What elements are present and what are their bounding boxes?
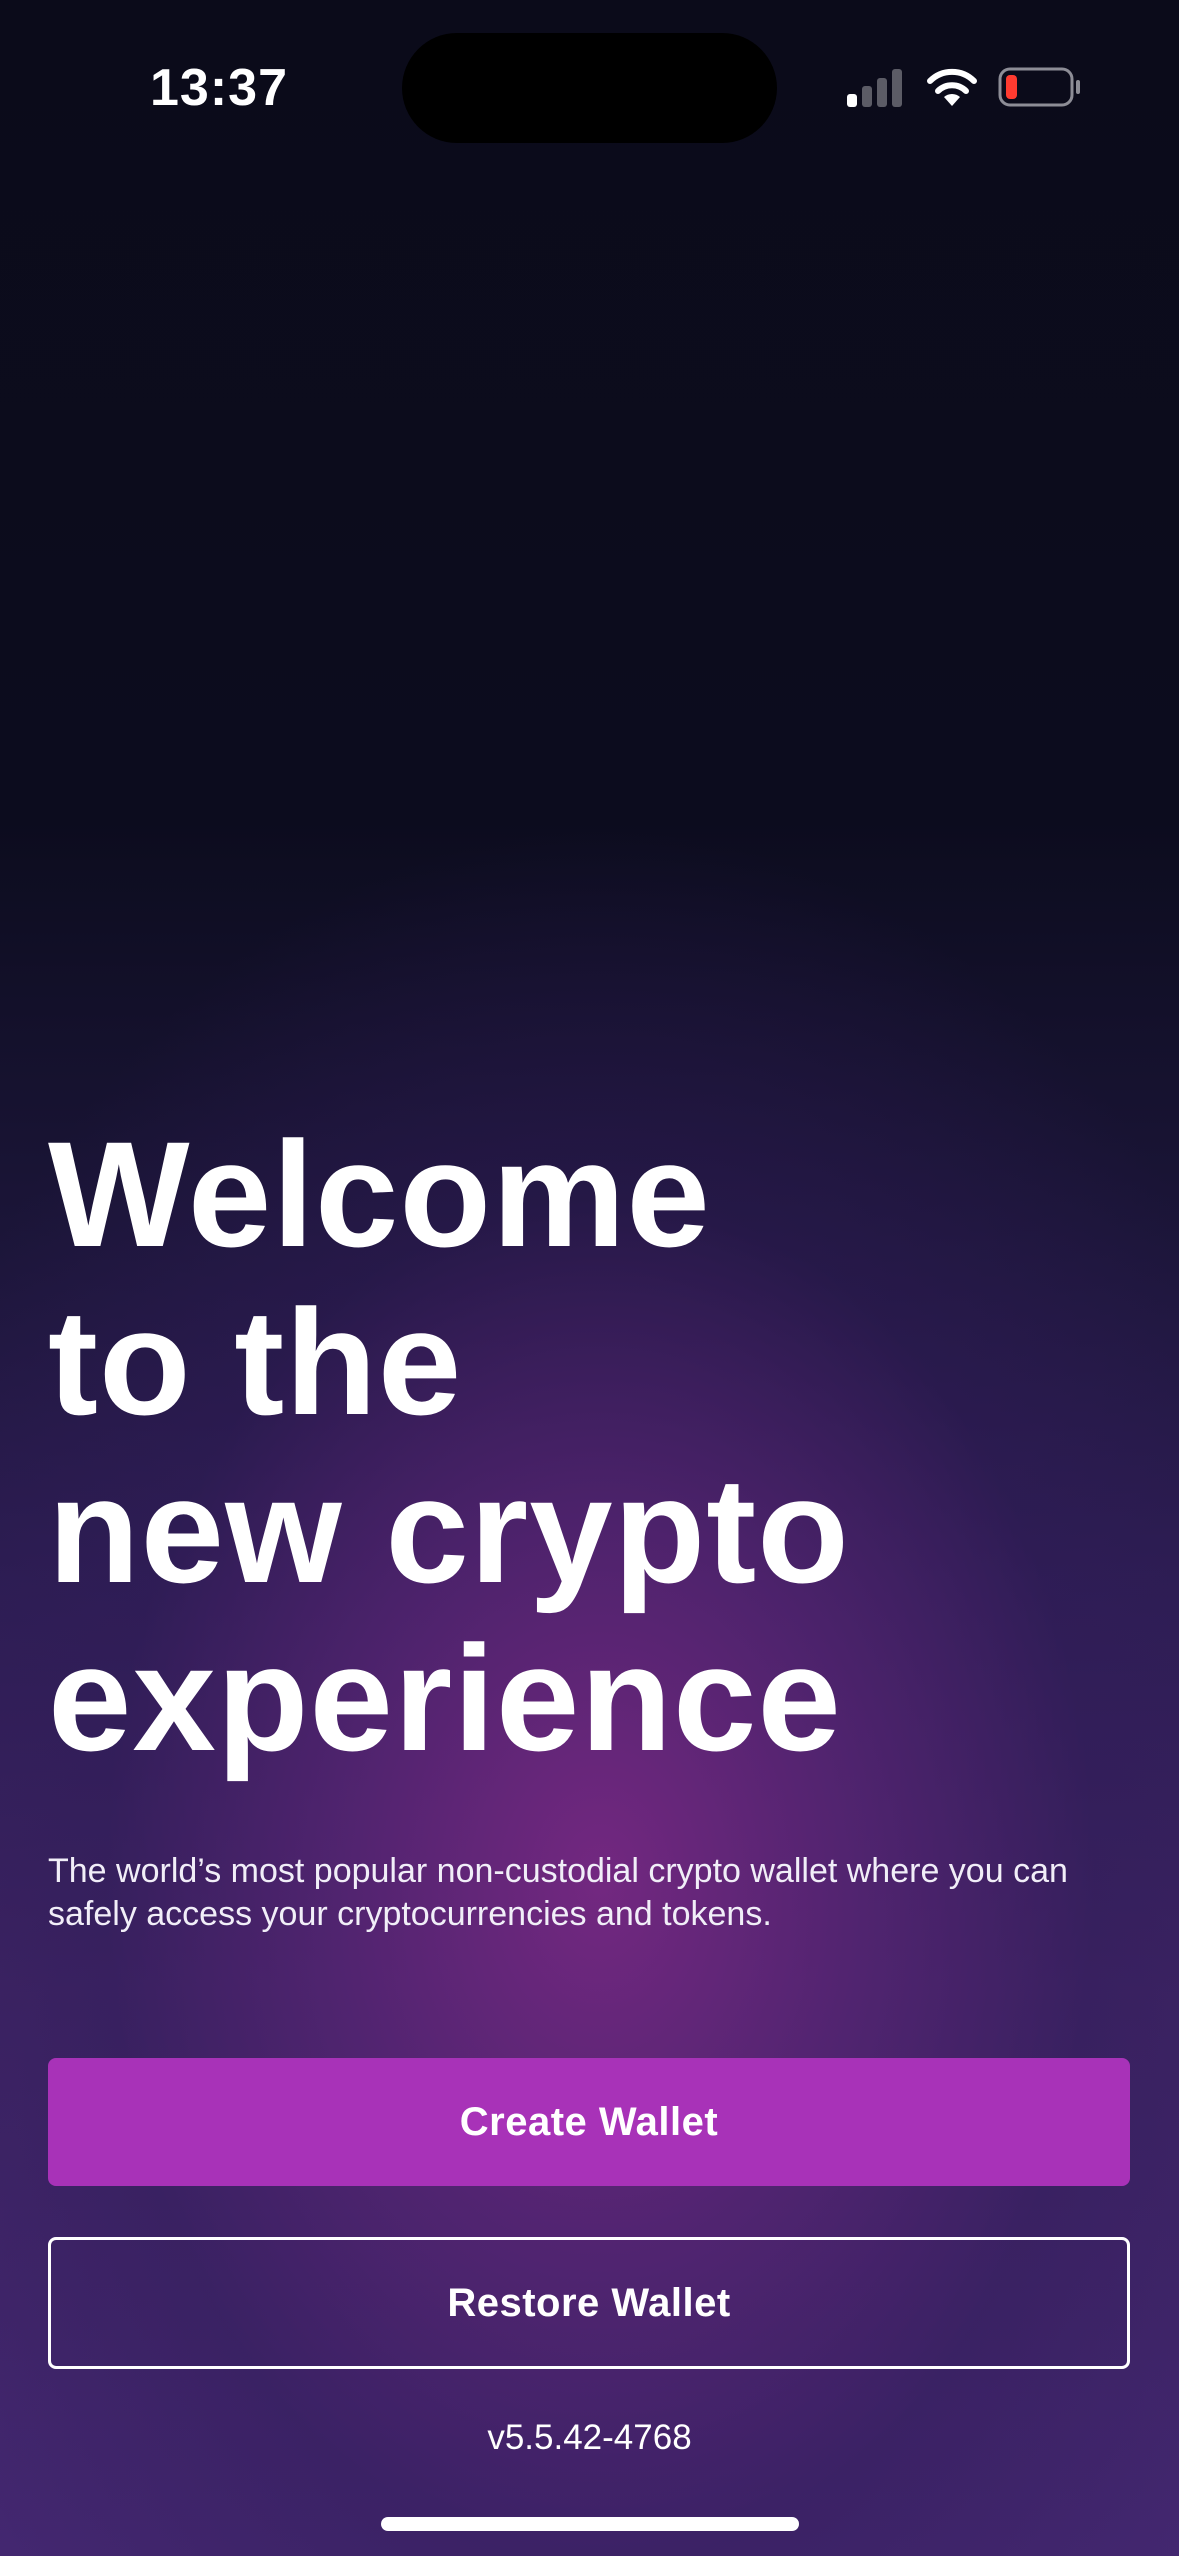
restore-wallet-button[interactable]: Restore Wallet	[48, 2237, 1130, 2369]
status-time: 13:37	[150, 59, 288, 117]
battery-low-icon	[998, 67, 1080, 107]
cellular-signal-icon	[847, 69, 902, 107]
app-version: v5.5.42-4768	[487, 2418, 692, 2457]
create-wallet-button[interactable]: Create Wallet	[48, 2058, 1130, 2186]
wifi-icon	[927, 68, 977, 106]
dynamic-island	[402, 33, 777, 143]
welcome-headline: Welcome to the new crypto experience	[48, 1110, 1148, 1782]
headline-line: new crypto	[48, 1446, 850, 1614]
headline-line: experience	[48, 1614, 842, 1782]
headline-line: to the	[48, 1278, 463, 1446]
welcome-subtitle: The world’s most popular non-custodial c…	[48, 1852, 1068, 1933]
home-indicator[interactable]	[381, 2517, 799, 2531]
headline-line: Welcome	[48, 1110, 711, 1278]
welcome-screen: 13:37 Welcome to the new crypto experien…	[0, 0, 1179, 2556]
